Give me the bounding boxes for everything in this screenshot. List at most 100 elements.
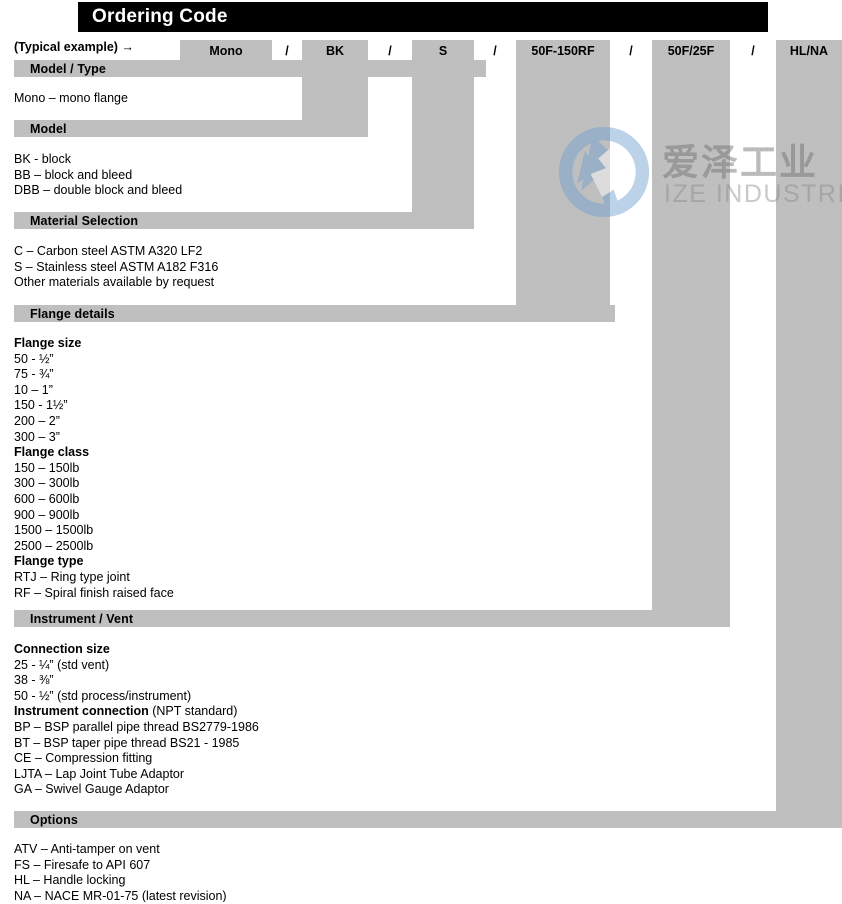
body-line-text: DBB – double block and bleed [14, 183, 183, 198]
section-body-line: BK - block [14, 152, 182, 168]
section-body-model_type: Mono – mono flange [14, 91, 128, 107]
section-body-line: BP – BSP parallel pipe thread BS2779-198… [14, 720, 259, 736]
section-header-model: Model [14, 120, 368, 137]
body-line-text: NA – NACE MR-01-75 (latest revision) [14, 888, 227, 903]
body-line-bold: Connection size [14, 642, 110, 656]
ordering-code-cell-3: 50F-150RF [531, 44, 595, 58]
section-body-line: 150 - 1½” [14, 398, 174, 414]
section-header-label-instrument_vent: Instrument / Vent [30, 611, 134, 626]
section-body-line: S – Stainless steel ASTM A182 F316 [14, 260, 218, 276]
section-body-line: 600 – 600lb [14, 492, 174, 508]
section-body-line: ATV – Anti-tamper on vent [14, 842, 227, 858]
body-line-text: 38 - ⅜” [14, 673, 54, 688]
section-body-line: 75 - ¾” [14, 367, 174, 383]
section-body-line: Instrument connection (NPT standard) [14, 704, 259, 720]
section-header-flange_details: Flange details [14, 305, 615, 322]
ordering-code-cell-2: S [438, 44, 448, 58]
section-body-line: Mono – mono flange [14, 91, 128, 107]
ordering-code-example-row: (Typical example) → Mono BK S 50F-150RF 50F/… [0, 40, 842, 62]
ordering-code-cell-0: Mono [209, 44, 243, 58]
section-body-line: C – Carbon steel ASTM A320 LF2 [14, 244, 218, 260]
section-body-line: Other materials available by request [14, 275, 218, 291]
ordering-code-cell-5: HL/NA [789, 44, 829, 58]
section-body-line: HL – Handle locking [14, 873, 227, 889]
ordering-code-separator-0: / [285, 44, 289, 58]
body-line-text: 50 - ½” [14, 351, 54, 366]
ordering-code-separator-2: / [493, 44, 497, 58]
ordering-code-column-options [776, 40, 842, 828]
section-body-line: 50 - ½” [14, 352, 174, 368]
body-line-text: 300 – 300lb [14, 476, 80, 491]
section-body-line: RTJ – Ring type joint [14, 570, 174, 586]
body-line-text: 2500 – 2500lb [14, 538, 94, 553]
section-body-flange_details: Flange size 50 - ½” 75 - ¾” 10 – 1” 150 - 1½… [14, 336, 174, 601]
section-body-line: GA – Swivel Gauge Adaptor [14, 782, 259, 798]
ordering-code-cell-4: 50F/25F [667, 44, 715, 58]
body-line-bold: Flange size [14, 336, 82, 350]
section-body-line: 900 – 900lb [14, 508, 174, 524]
section-body-line: CE – Compression fitting [14, 751, 259, 767]
ordering-code-separator-4: / [751, 44, 755, 58]
body-line-bold: Flange class [14, 445, 90, 460]
section-body-line: 10 – 1” [14, 383, 174, 399]
section-body-line: 300 – 3” [14, 430, 174, 446]
section-header-options: Options [14, 811, 842, 828]
body-line-text: 1500 – 1500lb [14, 523, 94, 538]
page-title: Ordering Code [92, 6, 228, 27]
body-line-text: CE – Compression fitting [14, 751, 153, 766]
section-header-label-model_type: Model / Type [30, 61, 106, 76]
body-line-text: BT – BSP taper pipe thread BS21 - 1985 [14, 735, 240, 750]
section-body-line: 300 – 300lb [14, 476, 174, 492]
ordering-code-page: 爱泽工业 IZE INDUSTRIES Ordering Code (Typic… [0, 0, 842, 904]
section-body-line: 200 – 2” [14, 414, 174, 430]
section-body-line: 150 – 150lb [14, 461, 174, 477]
section-header-label-model: Model [30, 121, 67, 136]
body-line-text: 600 – 600lb [14, 491, 80, 506]
ordering-code-title-bar: Ordering Code [78, 2, 768, 32]
section-body-line: LJTA – Lap Joint Tube Adaptor [14, 767, 259, 783]
ordering-code-separator-1: / [388, 44, 392, 58]
body-line-text: Mono – mono flange [14, 91, 128, 105]
body-line-text: 25 - ¼” (std vent) [14, 657, 110, 672]
body-line-text: RTJ – Ring type joint [14, 569, 130, 584]
typical-example-label: (Typical example) → [14, 40, 134, 54]
section-body-material_selection: C – Carbon steel ASTM A320 LF2 S – Stainl… [14, 244, 218, 291]
body-line-text: 75 - ¾” [14, 367, 54, 382]
ordering-code-column-instrvent [652, 40, 730, 627]
ordering-code-column-flange [516, 40, 610, 322]
section-header-instrument_vent: Instrument / Vent [14, 610, 726, 627]
section-body-line: 25 - ¼” (std vent) [14, 658, 259, 674]
body-line-text: BK - block [14, 152, 71, 166]
section-body-line: BT – BSP taper pipe thread BS21 - 1985 [14, 736, 259, 752]
body-line-text: Other materials available by request [14, 275, 215, 290]
section-body-line: 2500 – 2500lb [14, 539, 174, 555]
body-line-text: C – Carbon steel ASTM A320 LF2 [14, 244, 203, 258]
body-line-text: (NPT standard) [148, 704, 238, 719]
body-line-text: 10 – 1” [14, 382, 53, 397]
section-header-material_selection: Material Selection [14, 212, 474, 229]
body-line-text: 900 – 900lb [14, 507, 80, 522]
section-body-line: Flange class [14, 445, 174, 461]
section-header-label-options: Options [30, 812, 78, 827]
section-body-line: 38 - ⅜” [14, 673, 259, 689]
section-body-instrument_vent: Connection size 25 - ¼” (std vent) 38 - ⅜”… [14, 642, 259, 798]
section-header-label-material_selection: Material Selection [30, 213, 139, 228]
section-body-options: ATV – Anti-tamper on vent FS – Firesafe t… [14, 842, 227, 904]
section-body-line: BB – block and bleed [14, 168, 182, 184]
body-line-text: 300 – 3” [14, 429, 60, 444]
section-body-line: Connection size [14, 642, 259, 658]
section-body-line: Flange size [14, 336, 174, 352]
section-body-line: 50 - ½” (std process/instrument) [14, 689, 259, 705]
section-body-line: FS – Firesafe to API 607 [14, 858, 227, 874]
body-line-text: ATV – Anti-tamper on vent [14, 842, 160, 856]
section-body-model: BK - block BB – block and bleed DBB – doub… [14, 152, 182, 199]
body-line-text: 150 – 150lb [14, 460, 80, 475]
body-line-text: BP – BSP parallel pipe thread BS2779-198… [14, 719, 259, 734]
body-line-text: LJTA – Lap Joint Tube Adaptor [14, 766, 185, 781]
body-line-text: GA – Swivel Gauge Adaptor [14, 782, 169, 797]
body-line-text: 50 - ½” (std process/instrument) [14, 688, 192, 703]
body-line-text: RF – Spiral finish raised face [14, 585, 174, 600]
ordering-code-separator-3: / [629, 44, 633, 58]
body-line-text: 150 - 1½” [14, 398, 68, 413]
section-header-model_type: Model / Type [14, 60, 486, 77]
